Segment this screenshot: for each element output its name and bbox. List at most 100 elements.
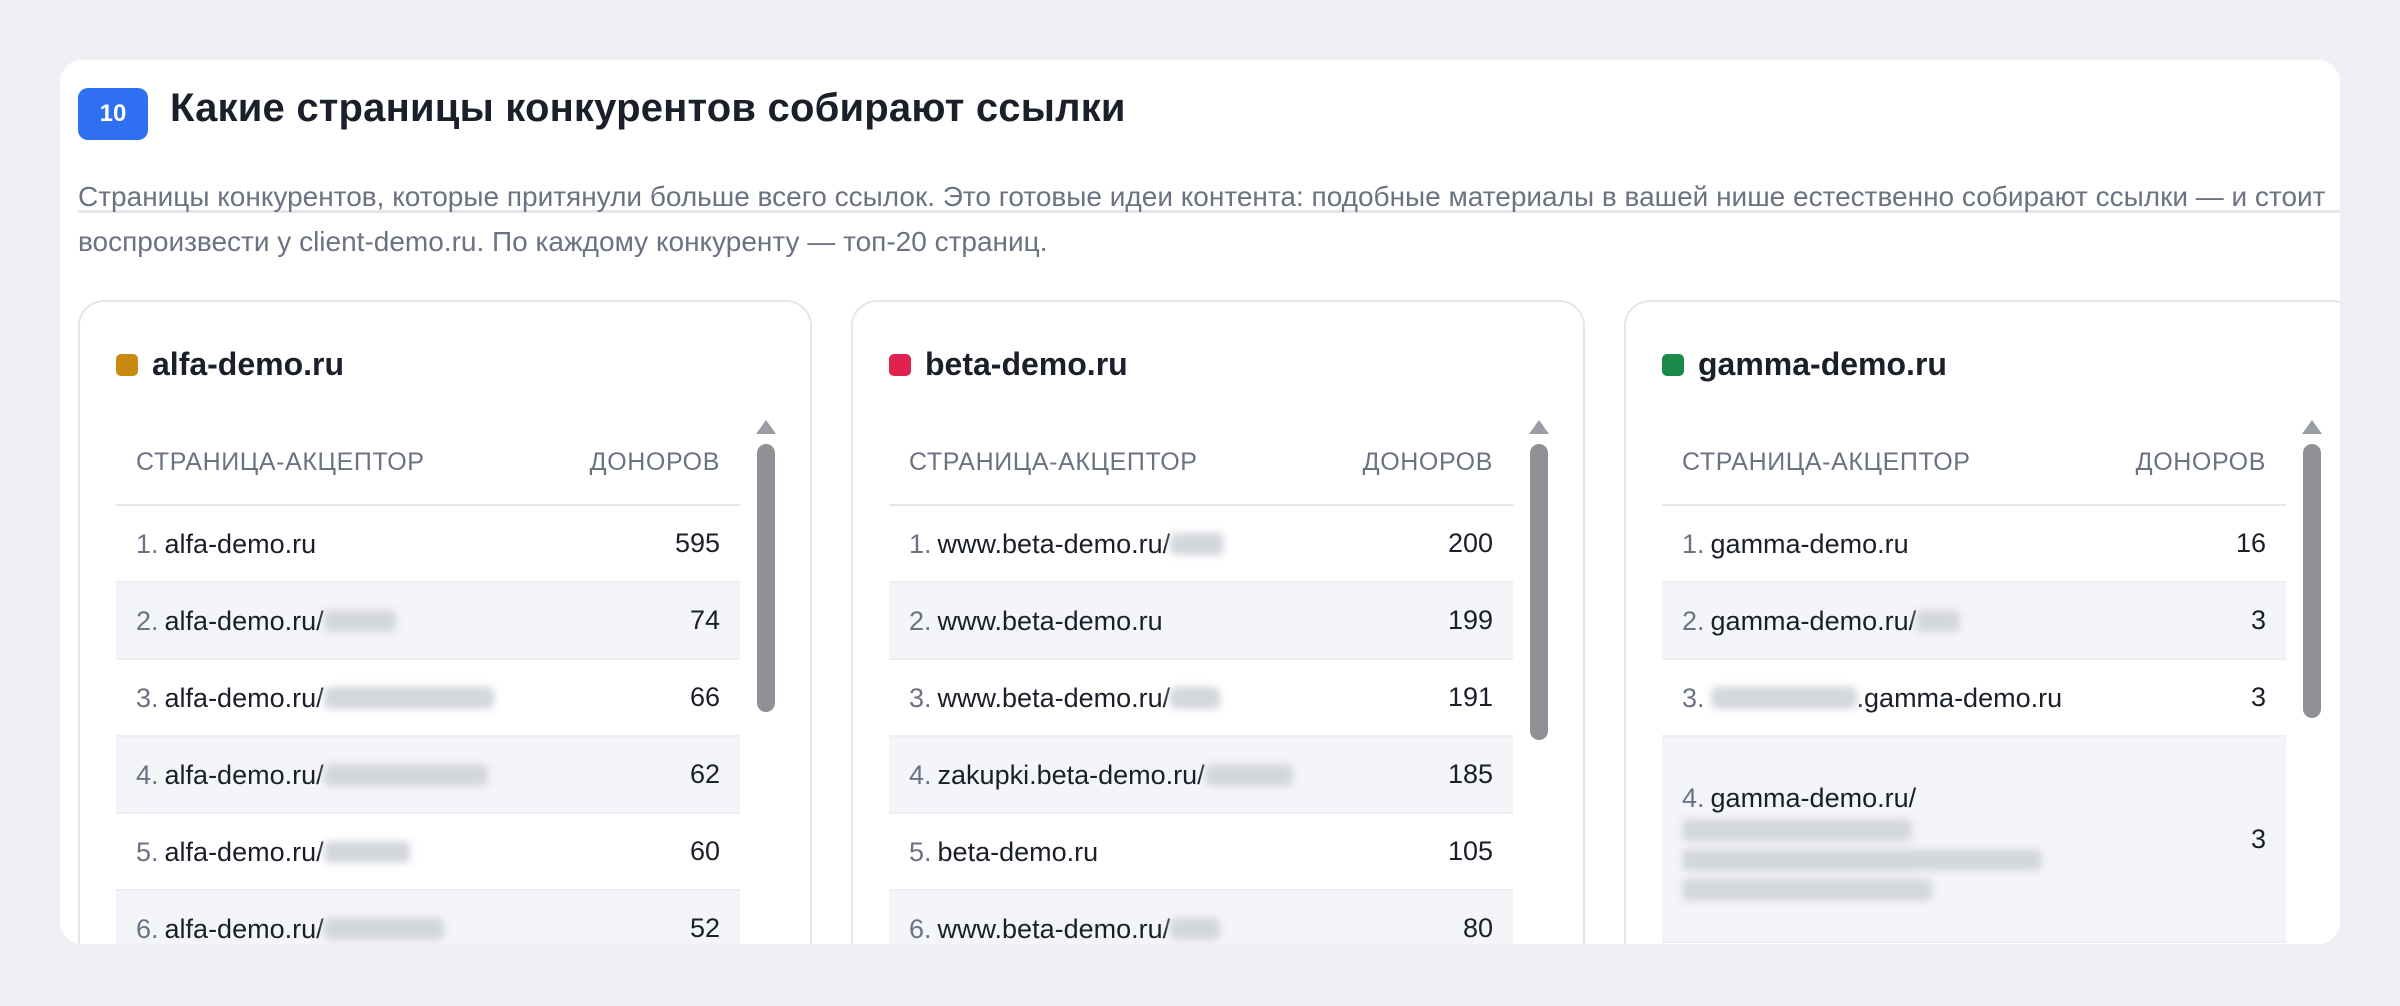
donors-count: 191: [1447, 682, 1493, 712]
scrollbar-track[interactable]: [754, 434, 778, 944]
row-number: 1.: [909, 528, 932, 559]
row-number: 3.: [1682, 682, 1705, 713]
table-row: 2. gamma-demo.ru/ 3: [1662, 583, 2286, 660]
column-header-donors: ДОНОРОВ: [1362, 447, 1493, 476]
donors-count: 52: [689, 913, 720, 943]
page-cell: 3. www.beta-demo.ru/: [909, 677, 1221, 719]
table-header-row: СТРАНИЦА-АКЦЕПТОР ДОНОРОВ: [116, 420, 740, 506]
page-url: alfa-demo.ru/: [164, 759, 324, 790]
row-number: 6.: [136, 913, 159, 944]
donors-count: 3: [2250, 682, 2266, 712]
donors-count: 60: [689, 836, 720, 866]
table-scrollbar[interactable]: [2300, 420, 2324, 944]
acceptor-pages-table: СТРАНИЦА-АКЦЕПТОР ДОНОРОВ 1. alfa-demo.ru…: [116, 420, 740, 944]
redacted-path: [1170, 532, 1225, 555]
competitor-color-marker: [116, 353, 138, 376]
table-row: 4. gamma-demo.ru/ 3: [1662, 737, 2286, 943]
section-description: Страницы конкурентов, которые притянули …: [78, 181, 2326, 257]
page-cell: 4. zakupki.beta-demo.ru/: [909, 754, 1293, 796]
table-row: 5. alfa-demo.ru/ 60: [116, 814, 740, 891]
competitor-color-marker: [889, 353, 911, 376]
donors-count: 74: [689, 605, 720, 635]
scroll-up-arrow-icon[interactable]: [756, 420, 776, 434]
column-header-donors: ДОНОРОВ: [589, 447, 720, 476]
competitor-card-gamma: gamma-demo.ru СТРАНИЦА-АКЦЕПТОР ДОНОРОВ …: [1624, 300, 2340, 944]
page-url: www.beta-demo.ru: [937, 605, 1163, 636]
page-cell: 1. www.beta-demo.ru/: [909, 523, 1225, 565]
table-row: 3. .gamma-demo.ru 3: [1662, 660, 2286, 737]
competitor-card-beta: beta-demo.ru СТРАНИЦА-АКЦЕПТОР ДОНОРОВ 1…: [851, 300, 1585, 944]
scrollbar-thumb[interactable]: [757, 444, 775, 712]
row-number: 4.: [909, 759, 932, 790]
scrollbar-track[interactable]: [1527, 434, 1551, 944]
page-cell: 2. gamma-demo.ru/: [1682, 600, 1961, 642]
table-scrollbar[interactable]: [1527, 420, 1551, 944]
donors-count: 16: [2235, 528, 2266, 558]
row-number: 5.: [909, 836, 932, 867]
page-url: alfa-demo.ru/: [164, 836, 324, 867]
column-header-page: СТРАНИЦА-АКЦЕПТОР: [136, 447, 425, 476]
page-cell: 5. alfa-demo.ru/: [136, 831, 410, 873]
page-cell: 4. alfa-demo.ru/: [136, 754, 488, 796]
row-number: 1.: [1682, 528, 1705, 559]
page-url: alfa-demo.ru: [164, 528, 317, 559]
page-url: www.beta-demo.ru/: [937, 913, 1171, 944]
row-number: 2.: [1682, 605, 1705, 636]
page-url: www.beta-demo.ru/: [937, 682, 1171, 713]
table-scrollbar[interactable]: [754, 420, 778, 944]
row-number: 6.: [909, 913, 932, 944]
page-cell: 6. www.beta-demo.ru/: [909, 908, 1221, 945]
table-row: 2. www.beta-demo.ru 199: [889, 583, 1513, 660]
table-row: 2. alfa-demo.ru/ 74: [116, 583, 740, 660]
page-url: .gamma-demo.ru: [1856, 682, 2063, 713]
page-cell: 3. alfa-demo.ru/: [136, 677, 494, 719]
table-header-row: СТРАНИЦА-АКЦЕПТОР ДОНОРОВ: [1662, 420, 2286, 506]
scroll-up-arrow-icon[interactable]: [2302, 420, 2322, 434]
page-url: beta-demo.ru: [937, 836, 1099, 867]
scrollbar-thumb[interactable]: [2303, 444, 2321, 718]
column-header-page: СТРАНИЦА-АКЦЕПТОР: [909, 447, 1198, 476]
page-cell: 2. www.beta-demo.ru: [909, 600, 1163, 642]
redacted-subdomain: [1710, 686, 1857, 709]
row-number: 3.: [909, 682, 932, 713]
row-number: 5.: [136, 836, 159, 867]
redacted-path: [1682, 879, 1932, 901]
redacted-path: [1170, 686, 1221, 709]
acceptor-pages-table: СТРАНИЦА-АКЦЕПТОР ДОНОРОВ 1. gamma-demo.r…: [1662, 420, 2286, 944]
page-url: zakupki.beta-demo.ru/: [937, 759, 1205, 790]
donors-count: 595: [674, 528, 720, 558]
acceptor-pages-table: СТРАНИЦА-АКЦЕПТОР ДОНОРОВ 1. www.beta-dem…: [889, 420, 1513, 944]
page-url: alfa-demo.ru/: [164, 682, 324, 713]
table-row: 5. beta-demo.ru 105: [889, 814, 1513, 891]
page-url: gamma-demo.ru/: [1710, 783, 1917, 813]
page-url: gamma-demo.ru/: [1710, 605, 1917, 636]
competitor-card-header: gamma-demo.ru: [1662, 346, 1947, 383]
page-cell: 4. gamma-demo.ru/: [1682, 777, 2102, 901]
competitor-cards: alfa-demo.ru СТРАНИЦА-АКЦЕПТОР ДОНОРОВ 1…: [78, 300, 2340, 944]
competitor-name: gamma-demo.ru: [1698, 346, 1947, 382]
page-url: alfa-demo.ru/: [164, 605, 324, 636]
competitor-name: alfa-demo.ru: [152, 346, 345, 382]
page-url: alfa-demo.ru/: [164, 913, 324, 944]
redacted-path: [323, 686, 494, 709]
redacted-path: [1916, 609, 1961, 632]
page-cell: 3. .gamma-demo.ru: [1682, 677, 2062, 719]
redacted-path: [1682, 849, 2042, 871]
table-row: 1. gamma-demo.ru 16: [1662, 506, 2286, 583]
donors-count: 200: [1447, 528, 1493, 558]
donors-count: 80: [1462, 913, 1493, 943]
scrollbar-track[interactable]: [2300, 434, 2324, 944]
scroll-up-arrow-icon[interactable]: [1529, 420, 1549, 434]
scrollbar-thumb[interactable]: [1530, 444, 1548, 740]
redacted-path: [323, 917, 444, 940]
page-cell: 1. gamma-demo.ru: [1682, 523, 1909, 565]
redacted-path: [1170, 917, 1221, 940]
table-row: 6. alfa-demo.ru/ 52: [116, 891, 740, 944]
donors-count: 62: [689, 759, 720, 789]
page-cell: 1. alfa-demo.ru: [136, 523, 316, 565]
table-row: 1. alfa-demo.ru 595: [116, 506, 740, 583]
donors-count: 3: [2250, 823, 2266, 854]
table-header-row: СТРАНИЦА-АКЦЕПТОР ДОНОРОВ: [889, 420, 1513, 506]
redacted-path: [1204, 763, 1293, 786]
competitor-name: beta-demo.ru: [925, 346, 1128, 382]
